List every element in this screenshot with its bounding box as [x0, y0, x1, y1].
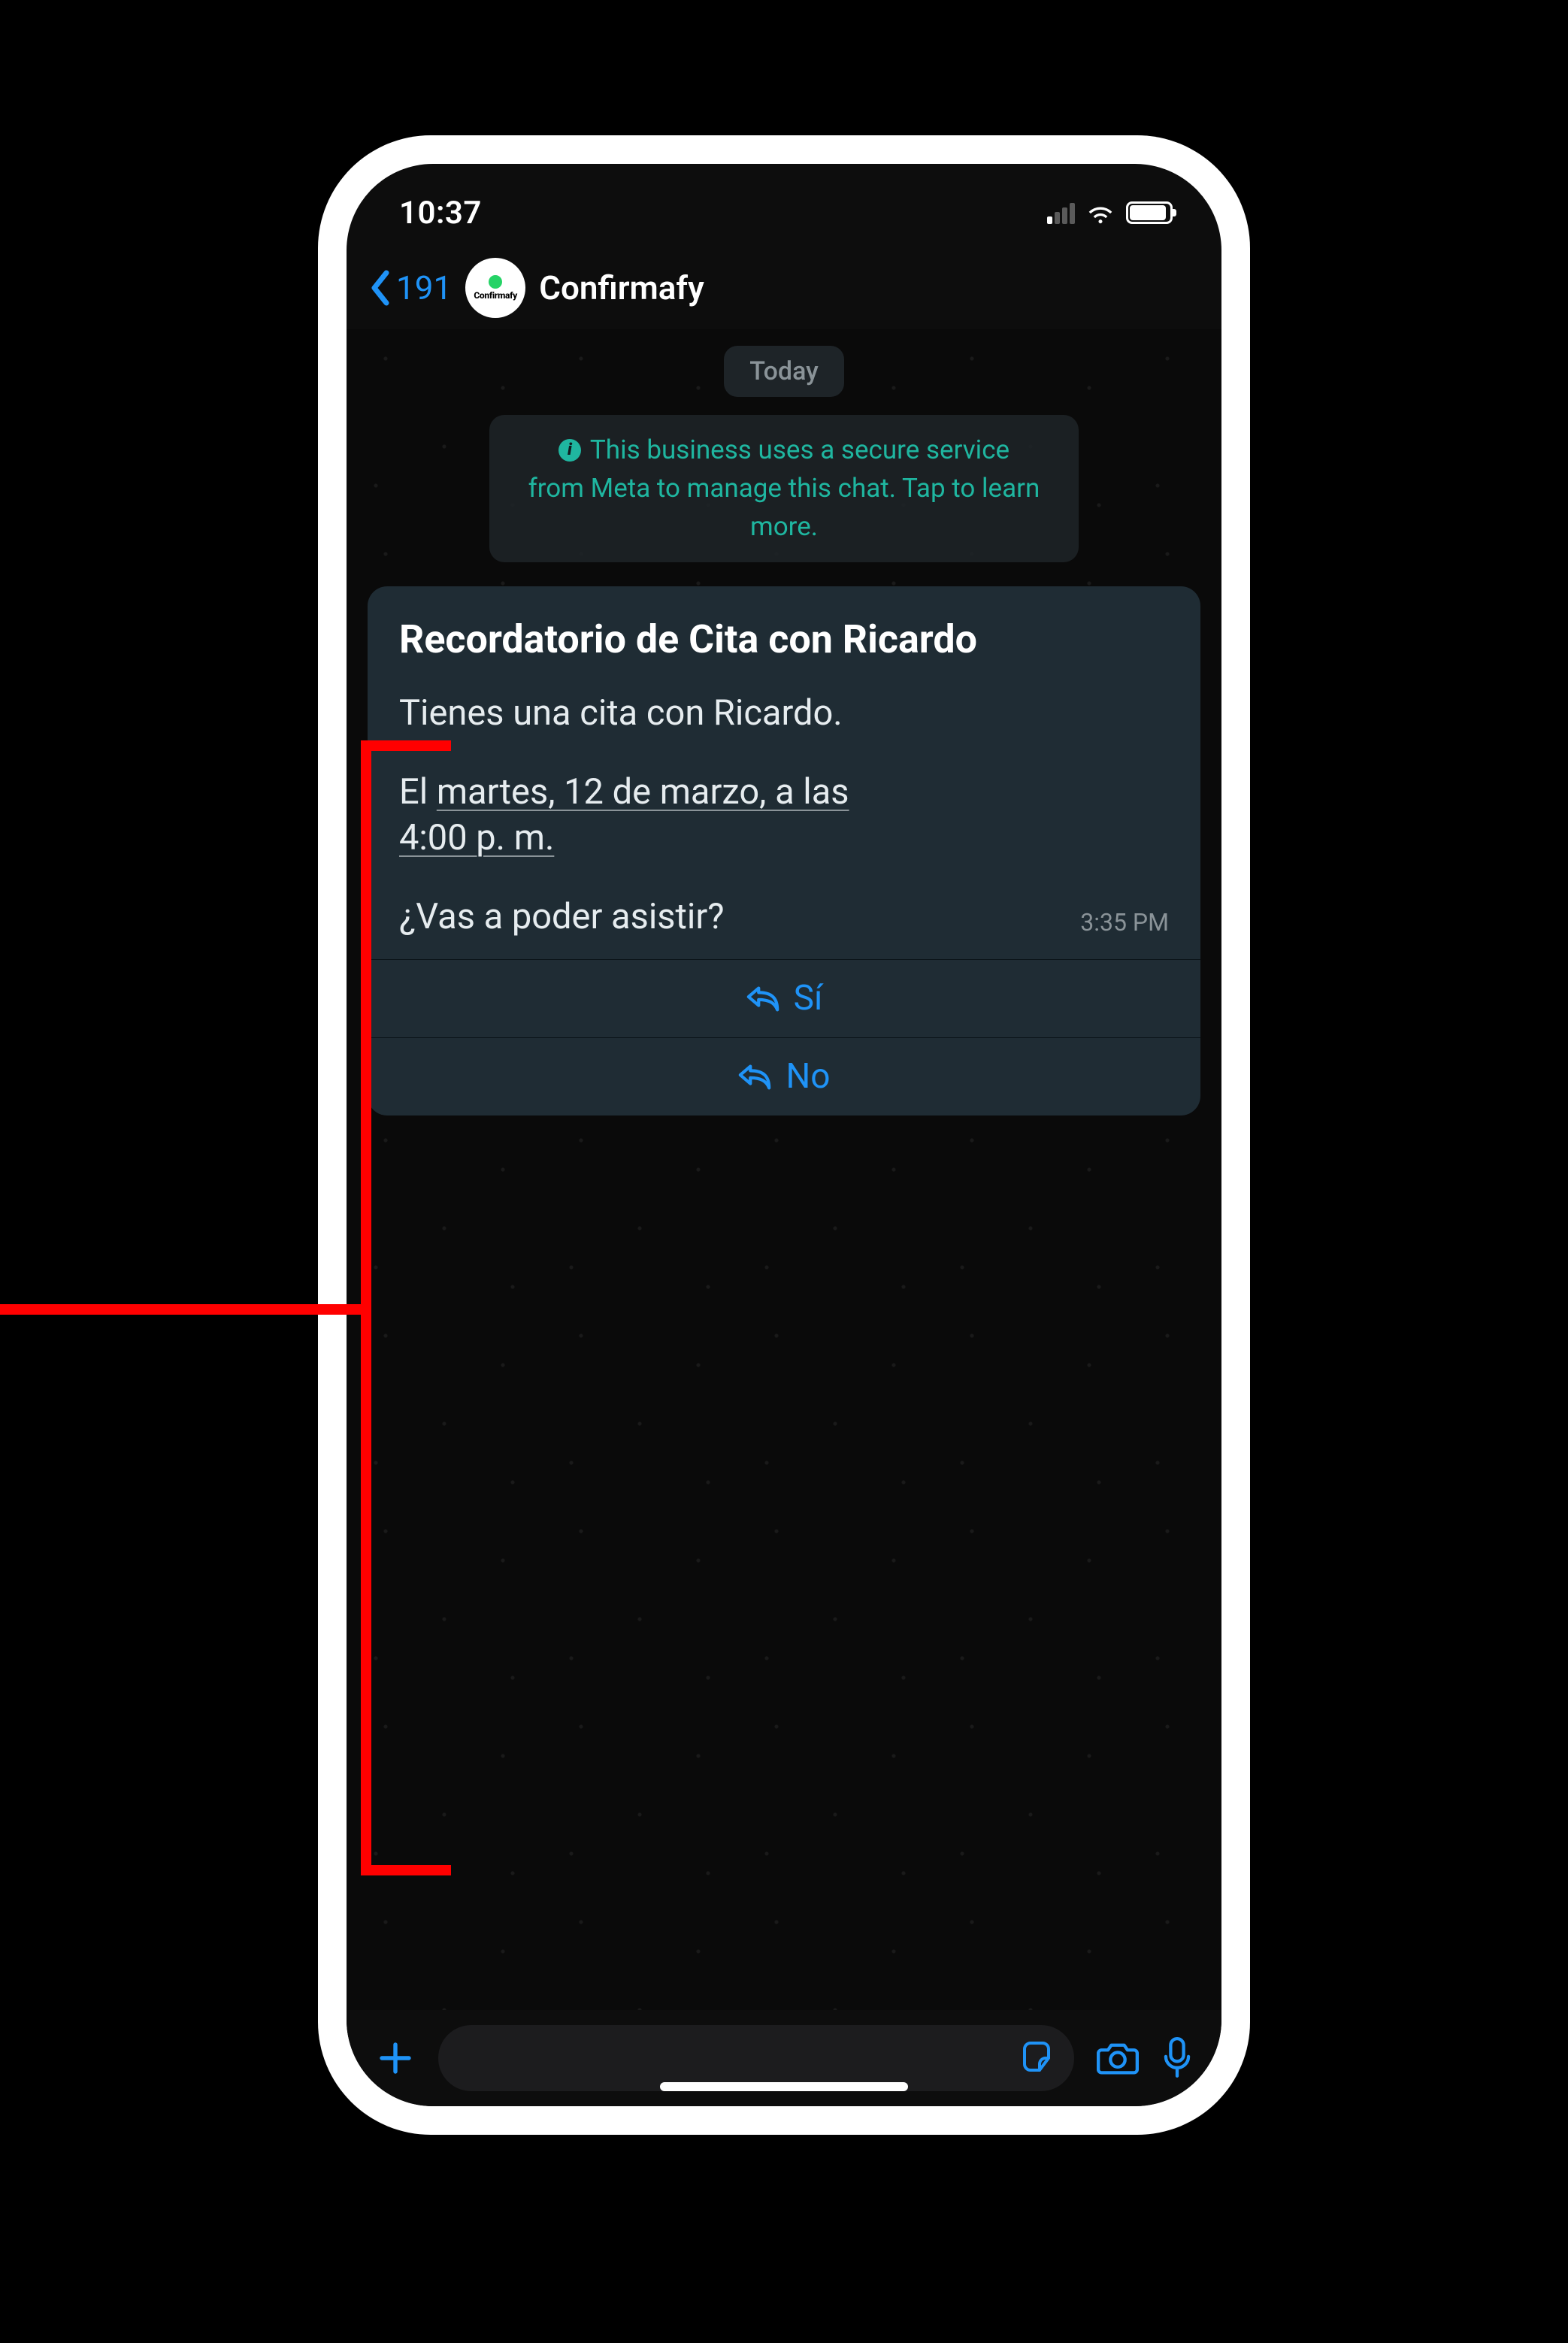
- reply-arrow-icon: [746, 983, 780, 1013]
- message-title: Recordatorio de Cita con Ricardo: [399, 616, 1169, 662]
- camera-button[interactable]: [1097, 2039, 1139, 2077]
- attachment-button[interactable]: [375, 2038, 416, 2078]
- status-indicators: [1047, 201, 1173, 224]
- battery-icon: [1126, 201, 1173, 224]
- sticker-icon[interactable]: [1019, 2040, 1055, 2076]
- message-datetime: El martes, 12 de marzo, a las 4:00 p. m.: [399, 769, 1169, 861]
- chevron-left-icon: [369, 270, 392, 306]
- cellular-signal-icon: [1047, 201, 1075, 224]
- reply-arrow-icon: [737, 1061, 772, 1091]
- back-unread-count: 191: [396, 268, 452, 307]
- message-line-1: Tienes una cita con Ricardo.: [399, 690, 1169, 736]
- message-question: ¿Vas a poder asistir?: [399, 894, 725, 940]
- wifi-icon: [1085, 201, 1115, 224]
- date-separator: Today: [724, 346, 844, 397]
- incoming-message[interactable]: Recordatorio de Cita con Ricardo Tienes …: [368, 586, 1200, 1115]
- status-bar: 10:37: [347, 164, 1221, 247]
- home-indicator[interactable]: [660, 2082, 908, 2091]
- reply-yes-button[interactable]: Sí: [368, 959, 1200, 1037]
- phone-screen: 10:37 191: [347, 164, 1221, 2106]
- chat-header: 191 Confirmafy Confirmafy: [347, 247, 1221, 329]
- message-input-bar: [347, 2010, 1221, 2106]
- reply-yes-label: Sí: [794, 978, 823, 1019]
- info-icon: i: [558, 439, 581, 462]
- chat-body[interactable]: Today i This business uses a secure serv…: [347, 329, 1221, 2010]
- voice-message-button[interactable]: [1161, 2037, 1193, 2079]
- security-notice-text-2: from Meta to manage this chat. Tap to le…: [528, 470, 1040, 508]
- status-time: 10:37: [399, 195, 482, 232]
- security-notice[interactable]: i This business uses a secure service fr…: [489, 415, 1079, 562]
- message-text-input[interactable]: [438, 2025, 1074, 2091]
- back-button[interactable]: 191: [369, 268, 452, 307]
- security-notice-text-1: This business uses a secure service: [590, 431, 1010, 470]
- message-timestamp: 3:35 PM: [1080, 908, 1169, 940]
- reply-no-button[interactable]: No: [368, 1037, 1200, 1115]
- phone-frame: 10:37 191: [318, 135, 1250, 2135]
- contact-avatar[interactable]: Confirmafy: [465, 258, 525, 318]
- security-notice-text-3: more.: [750, 508, 818, 546]
- contact-name[interactable]: Confirmafy: [539, 268, 704, 307]
- reply-no-label: No: [786, 1056, 830, 1097]
